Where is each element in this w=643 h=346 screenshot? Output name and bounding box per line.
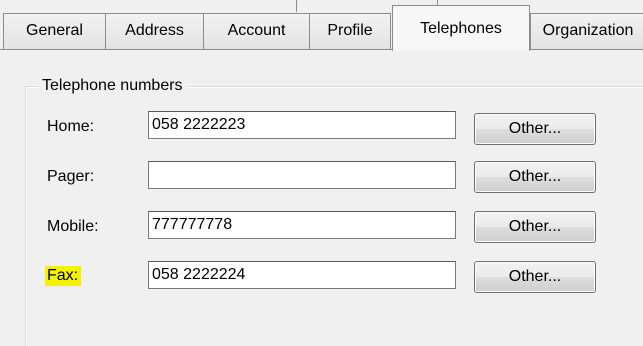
pager-label: Pager: bbox=[47, 168, 95, 185]
mobile-other-button[interactable]: Other... bbox=[474, 211, 596, 243]
home-label: Home: bbox=[47, 118, 95, 135]
mobile-phone-field[interactable] bbox=[148, 211, 456, 239]
tab-address[interactable]: Address bbox=[105, 13, 204, 49]
tab-telephones[interactable]: Telephones bbox=[392, 5, 530, 51]
tab-strip: General Address Account Profile Telephon… bbox=[0, 0, 643, 51]
home-phone-field[interactable] bbox=[148, 111, 456, 139]
home-other-button[interactable]: Other... bbox=[474, 113, 596, 145]
tab-account[interactable]: Account bbox=[203, 13, 310, 49]
fax-label: Fax: bbox=[45, 266, 82, 286]
fax-other-button[interactable]: Other... bbox=[474, 261, 596, 293]
pager-other-button[interactable]: Other... bbox=[474, 161, 596, 193]
pager-phone-field[interactable] bbox=[148, 161, 456, 189]
properties-window: General Address Account Profile Telephon… bbox=[0, 0, 643, 346]
mobile-label: Mobile: bbox=[47, 218, 99, 235]
tab-strip-divider bbox=[296, 0, 297, 12]
tab-general[interactable]: General bbox=[3, 13, 106, 49]
group-title: Telephone numbers bbox=[38, 76, 187, 96]
fax-phone-field[interactable] bbox=[148, 261, 456, 289]
tab-organization[interactable]: Organization bbox=[530, 13, 643, 49]
tab-strip-border bbox=[0, 49, 643, 50]
tab-profile[interactable]: Profile bbox=[309, 13, 391, 49]
